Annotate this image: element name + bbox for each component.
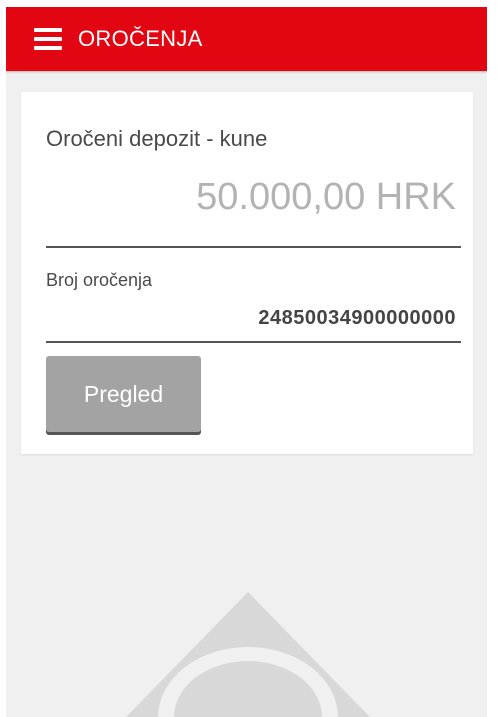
deposit-number-value: 24850034900000000 bbox=[258, 307, 456, 329]
app-screen: OROČENJA Oročeni depozit - kune 50.000,0… bbox=[6, 7, 487, 717]
deposit-amount: 50.000,00 HRK bbox=[196, 176, 456, 218]
deposit-name: Oročeni depozit - kune bbox=[46, 126, 268, 151]
divider bbox=[46, 341, 461, 343]
page-title: OROČENJA bbox=[78, 26, 203, 51]
deposit-number-label: Broj oročenja bbox=[46, 270, 153, 290]
app-header: OROČENJA bbox=[6, 7, 487, 71]
hamburger-menu-icon[interactable] bbox=[34, 28, 62, 50]
divider bbox=[46, 246, 461, 248]
pregled-button[interactable]: Pregled bbox=[46, 356, 201, 432]
deposit-card: Oročeni depozit - kune 50.000,00 HRK Bro… bbox=[21, 92, 473, 454]
